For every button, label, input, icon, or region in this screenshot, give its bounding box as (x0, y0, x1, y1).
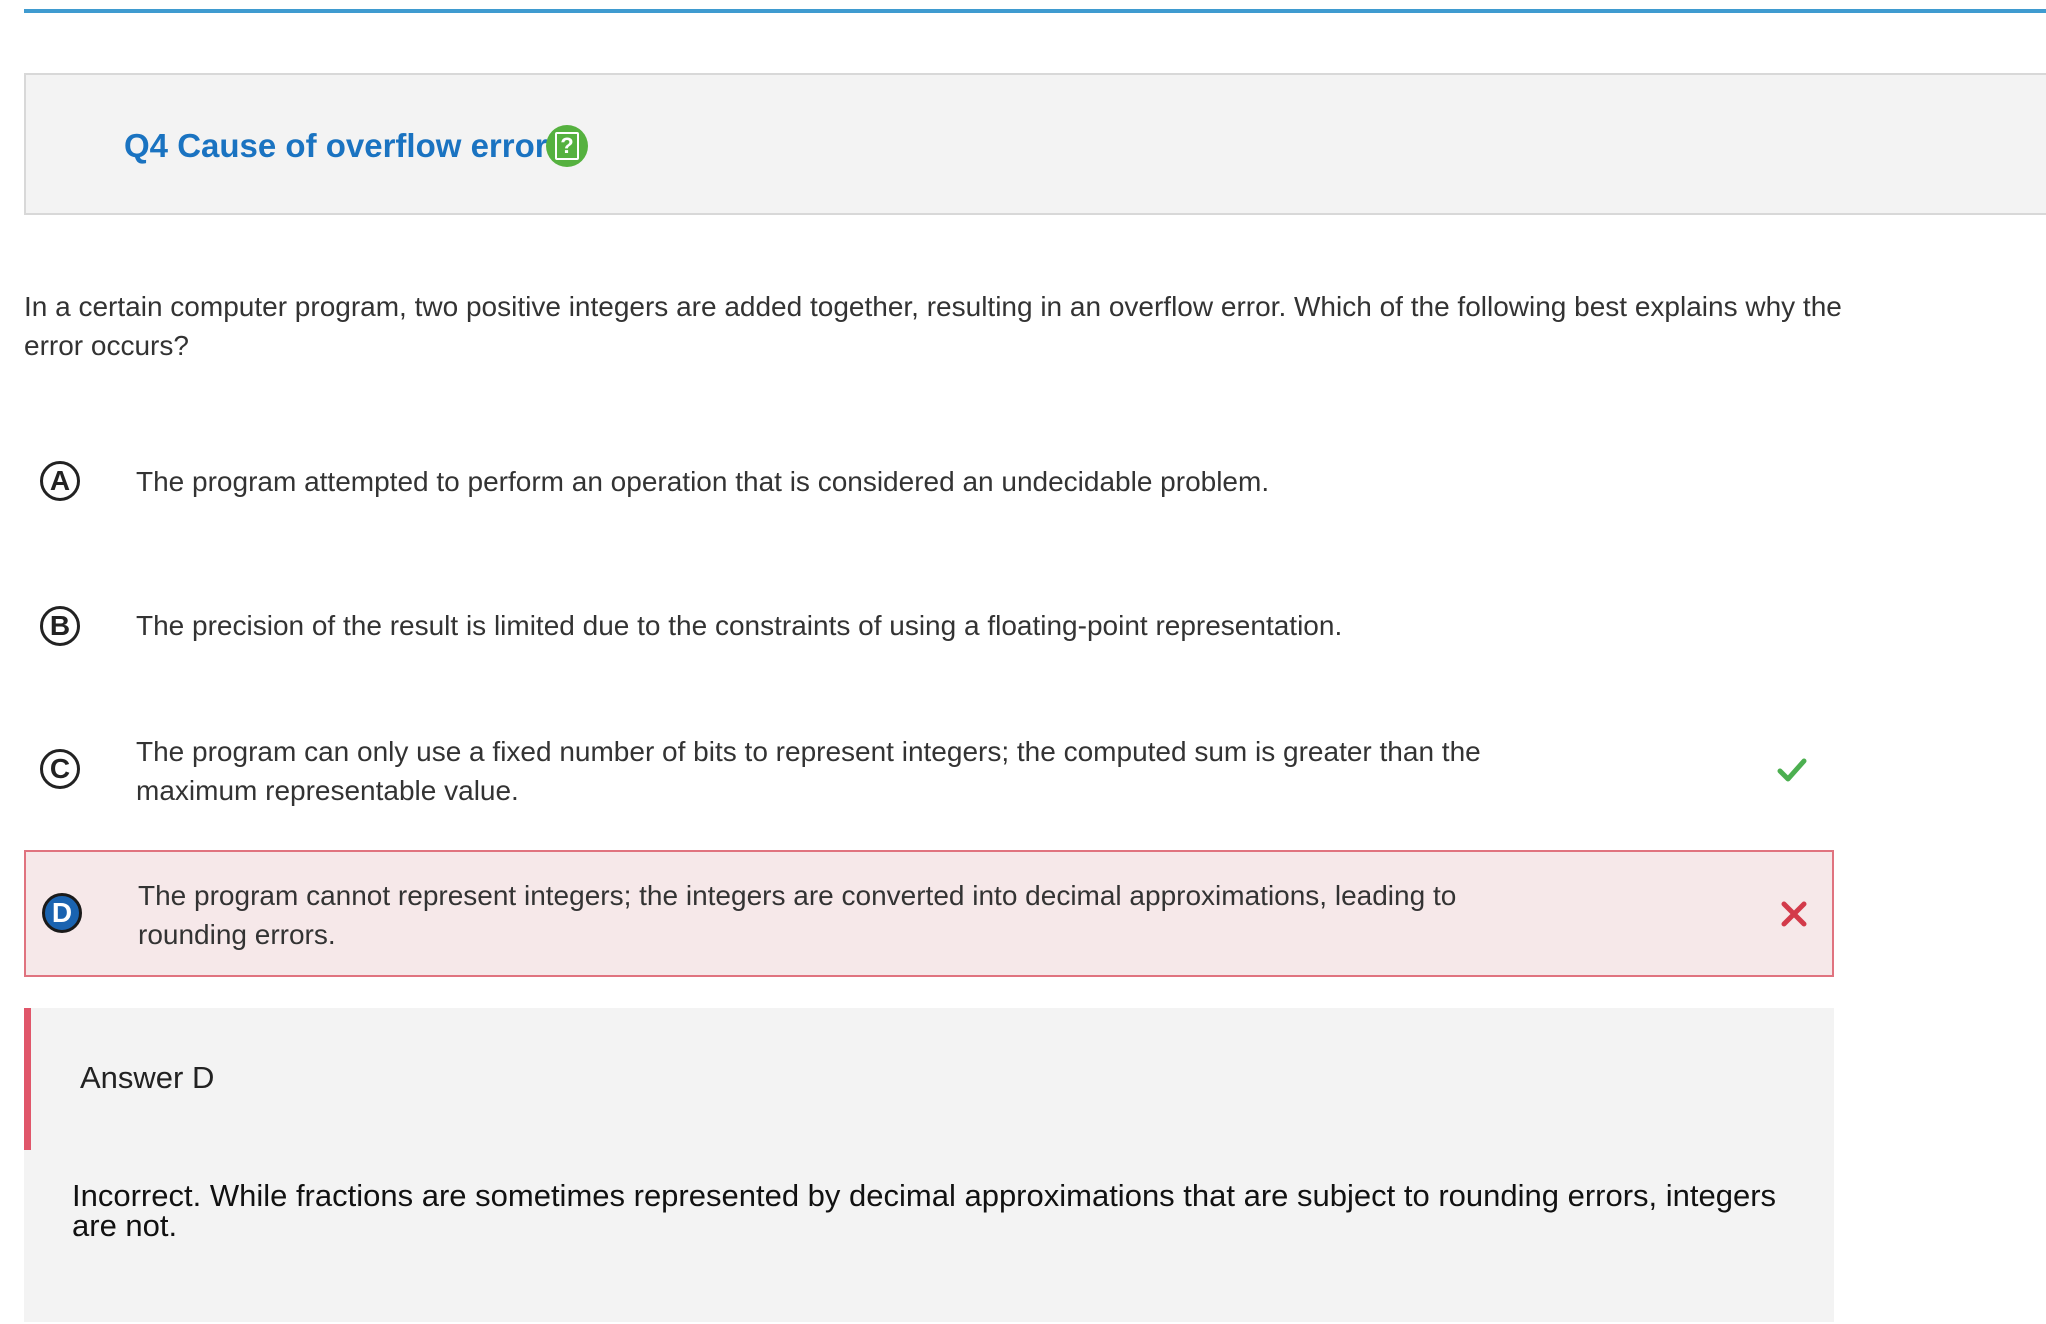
choice-c-letter[interactable]: C (40, 749, 80, 789)
question-mark-glyph: ? (555, 132, 579, 160)
choice-b-text: The precision of the result is limited d… (136, 610, 1343, 641)
choice-a[interactable]: A The program attempted to perform an op… (24, 450, 1834, 520)
choice-c-text: The program can only use a fixed number … (136, 736, 1481, 806)
choice-c[interactable]: C The program can only use a fixed numbe… (24, 722, 1834, 832)
checkmark-icon (1777, 758, 1807, 782)
feedback-panel: Answer D Incorrect. While fractions are … (24, 1008, 1834, 1322)
choice-a-letter[interactable]: A (40, 461, 80, 501)
choice-a-text: The program attempted to perform an oper… (136, 466, 1270, 497)
x-mark-icon (1781, 901, 1807, 927)
help-icon[interactable]: ? (546, 125, 588, 167)
explanation-text: Incorrect. While fractions are sometimes… (72, 1178, 1777, 1243)
question-header: Q4 Cause of overflow error ? (24, 73, 2046, 215)
feedback-accent-bar (24, 1008, 31, 1150)
choice-d-letter[interactable]: D (42, 893, 82, 933)
choice-b[interactable]: B The precision of the result is limited… (24, 594, 1834, 664)
answer-label: Answer D (80, 1060, 215, 1095)
top-divider (24, 9, 2046, 13)
question-stem: In a certain computer program, two posit… (24, 291, 1842, 361)
choice-d[interactable]: D The program cannot represent integers;… (24, 850, 1834, 977)
choice-d-text: The program cannot represent integers; t… (138, 880, 1457, 950)
question-title: Q4 Cause of overflow error (124, 127, 548, 164)
choice-b-letter[interactable]: B (40, 606, 80, 646)
